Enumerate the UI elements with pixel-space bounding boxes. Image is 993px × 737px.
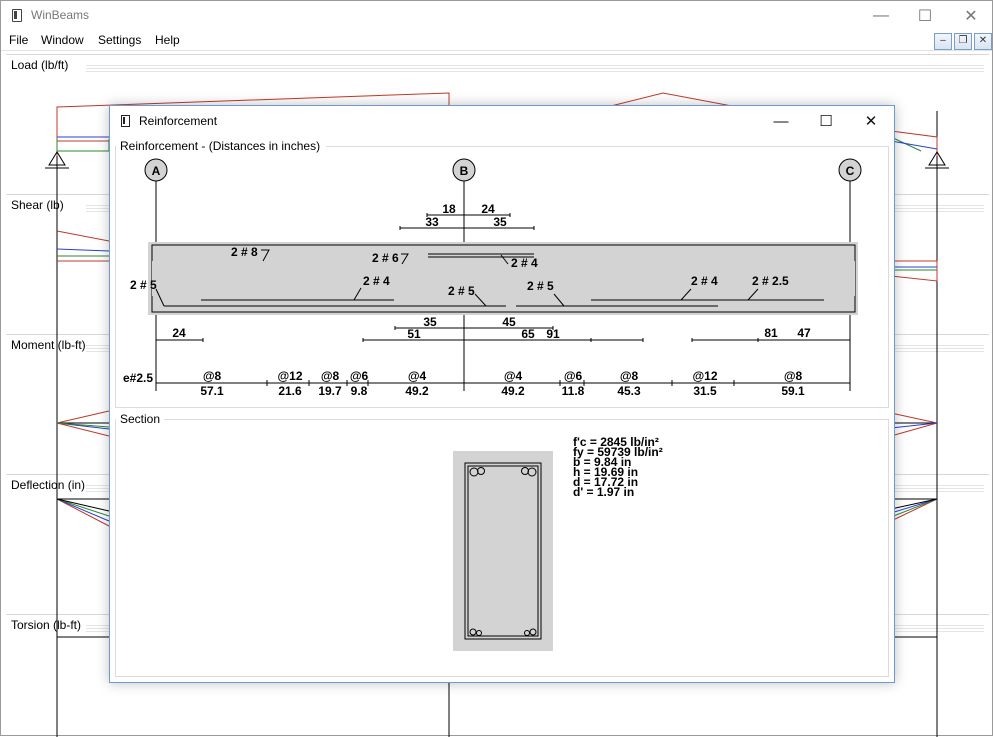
stirrup-length-9: 31.5 [693, 384, 717, 398]
dim-top-24: 24 [481, 202, 495, 216]
prop-dprime: d' = 1.97 in [573, 485, 635, 499]
menu-file[interactable]: File [9, 33, 28, 47]
support-marker-b: B [452, 158, 476, 182]
dim-bot-24: 24 [172, 326, 186, 340]
bar-label-bot-d: 2 # 4 [691, 274, 718, 288]
bar-label-bot-b: 2 # 5 [448, 284, 475, 298]
menu-settings[interactable]: Settings [98, 33, 141, 47]
stirrup-spacing-3: @8 [321, 369, 340, 383]
title-bar: WinBeams — ☐ ✕ [1, 1, 992, 30]
dialog-title: Reinforcement [139, 114, 218, 128]
section-group: Section f'c = 2845 lb/in² fy = 59739 lb/… [115, 412, 889, 677]
bar-label-top-mid2: 2 # 4 [511, 256, 538, 270]
dim-bot-91: 91 [546, 327, 560, 341]
minimize-button[interactable]: — [858, 1, 904, 30]
stirrup-spacing-2: @12 [277, 369, 302, 383]
app-title: WinBeams [31, 8, 90, 22]
dialog-close-button[interactable]: ✕ [848, 106, 894, 136]
stirrup-length-1: 57.1 [200, 384, 224, 398]
support-label-c: C [846, 164, 855, 178]
dim-bot-65: 65 [521, 327, 535, 341]
stirrup-length-6: 49.2 [501, 384, 525, 398]
stirrup-length-10: 59.1 [781, 384, 805, 398]
support-label-b: B [460, 164, 469, 178]
stirrup-spacing-6: @4 [504, 369, 523, 383]
dialog-icon [121, 115, 130, 127]
menu-bar: File Window Settings Help [1, 30, 992, 51]
main-window: WinBeams — ☐ ✕ File Window Settings Help… [0, 0, 993, 737]
bar-label-end-left: 2 # 5 [130, 278, 157, 292]
stirrup-length-2: 21.6 [278, 384, 302, 398]
bar-label-top-mid: 2 # 6 [372, 251, 399, 265]
stirrup-length-7: 11.8 [562, 384, 585, 398]
app-icon [12, 9, 22, 22]
support-label-a: A [152, 164, 161, 178]
stirrup-length-4: 9.8 [351, 384, 368, 398]
bar-label-bot-a: 2 # 4 [363, 274, 390, 288]
stirrup-length-8: 45.3 [617, 384, 641, 398]
dim-bot-45: 45 [502, 315, 516, 329]
reinforcement-group: Reinforcement - (Distances in inches) A … [115, 139, 889, 408]
mdi-close-button[interactable]: ✕ [974, 33, 992, 50]
mdi-restore-button[interactable]: ❐ [954, 33, 972, 50]
menu-help[interactable]: Help [155, 33, 180, 47]
dim-top-33: 33 [425, 215, 439, 229]
stirrup-length-5: 49.2 [405, 384, 429, 398]
stirrup-spacing-1: @8 [203, 369, 222, 383]
stirrup-spacing-7: @6 [564, 369, 583, 383]
mdi-minimize-button[interactable]: – [934, 33, 952, 50]
maximize-button[interactable]: ☐ [902, 1, 948, 30]
stirrup-spacing-10: @8 [784, 369, 803, 383]
dim-bot-51: 51 [407, 327, 421, 341]
stirrup-end-label: e#2.5 [123, 371, 153, 385]
menu-window[interactable]: Window [41, 33, 84, 47]
stirrup-spacing-8: @8 [620, 369, 639, 383]
dialog-maximize-button[interactable]: ☐ [803, 106, 849, 136]
dim-top-35: 35 [493, 215, 507, 229]
bar-label-top-left: 2 # 8 [231, 245, 258, 259]
stirrup-spacing-4: @6 [350, 369, 369, 383]
stirrup-spacing-5: @4 [408, 369, 427, 383]
dim-bot-47: 47 [797, 326, 811, 340]
stirrup-spacing-9: @12 [692, 369, 717, 383]
reinforcement-dialog: Reinforcement — ☐ ✕ Reinforcement - (Dis… [109, 105, 895, 683]
section-drawing [453, 451, 553, 651]
bar-label-bot-e: 2 # 2.5 [752, 274, 789, 288]
dim-bot-35: 35 [423, 315, 437, 329]
dialog-minimize-button[interactable]: — [758, 106, 804, 136]
dim-top-18: 18 [442, 202, 456, 216]
reinforcement-drawing: A B C 18 24 33 35 2 # 8 2 # 6 2 # 4 2 # … [123, 158, 862, 398]
support-marker-a: A [144, 158, 168, 182]
close-button[interactable]: ✕ [948, 1, 993, 30]
bar-label-bot-c: 2 # 5 [527, 279, 554, 293]
support-marker-c: C [838, 158, 862, 182]
dialog-title-bar: Reinforcement — ☐ ✕ [110, 106, 894, 136]
dim-bot-81: 81 [764, 326, 778, 340]
section-properties: f'c = 2845 lb/in² fy = 59739 lb/in² b = … [573, 436, 663, 499]
stirrup-length-3: 19.7 [318, 384, 342, 398]
